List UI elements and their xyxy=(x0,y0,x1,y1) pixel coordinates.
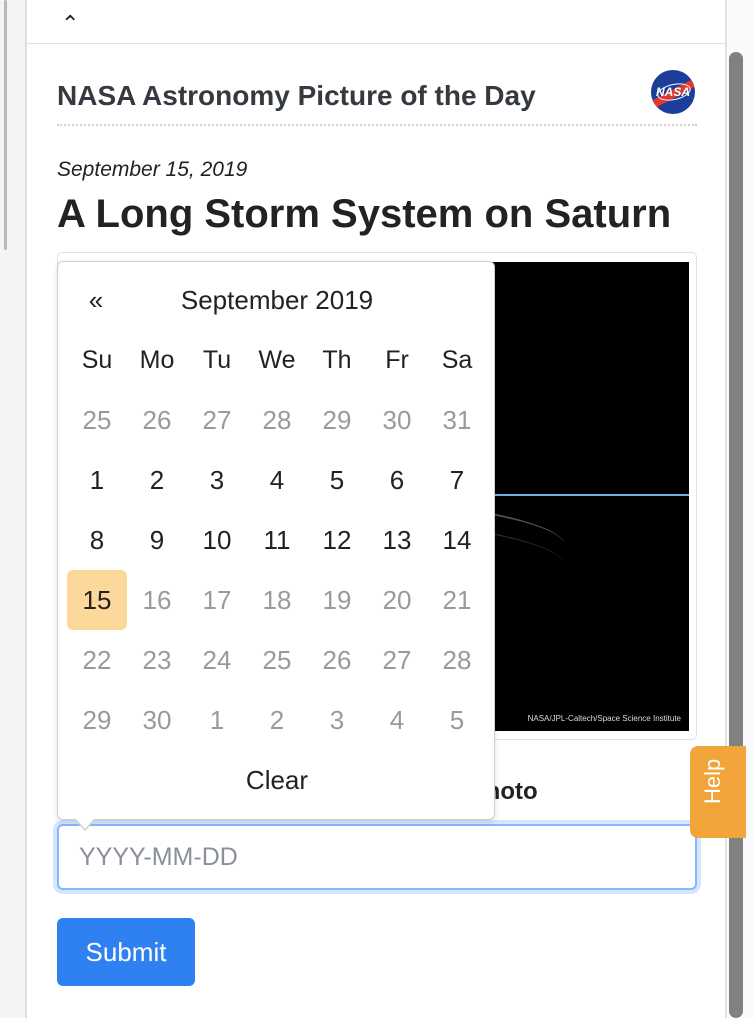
calendar-day[interactable]: 5 xyxy=(427,690,487,750)
calendar-day[interactable]: 4 xyxy=(247,450,307,510)
calendar-day[interactable]: 3 xyxy=(187,450,247,510)
calendar-day[interactable]: 16 xyxy=(127,570,187,630)
calendar-day[interactable]: 18 xyxy=(247,570,307,630)
calendar-day[interactable]: 31 xyxy=(427,390,487,450)
calendar-day[interactable]: 2 xyxy=(127,450,187,510)
nasa-logo-text: NASA xyxy=(655,85,690,99)
calendar-day[interactable]: 19 xyxy=(307,570,367,630)
calendar-day[interactable]: 12 xyxy=(307,510,367,570)
datepicker-popup: « September 2019 Su Mo Tu We Th Fr Sa 25 26 27 28 2… xyxy=(57,261,495,831)
calendar-day[interactable]: 30 xyxy=(367,390,427,450)
calendar-day[interactable]: 4 xyxy=(367,690,427,750)
calendar-day[interactable]: 14 xyxy=(427,510,487,570)
calendar-day[interactable]: 3 xyxy=(307,690,367,750)
collapse-bar[interactable]: ⌃ xyxy=(27,0,725,44)
clear-button[interactable]: Clear xyxy=(67,750,487,810)
datepicker-caret xyxy=(74,818,96,831)
calendar-day[interactable]: 2 xyxy=(247,690,307,750)
left-frame-edge xyxy=(4,0,7,250)
calendar-day[interactable]: 8 xyxy=(67,510,127,570)
weekday-header: Mo xyxy=(139,345,175,374)
calendar-day[interactable]: 29 xyxy=(307,390,367,450)
calendar-day[interactable]: 27 xyxy=(367,630,427,690)
month-title[interactable]: September 2019 xyxy=(126,274,428,326)
calendar-day[interactable]: 26 xyxy=(307,630,367,690)
calendar-day[interactable]: 27 xyxy=(187,390,247,450)
calendar-day[interactable]: 28 xyxy=(247,390,307,450)
weekday-header: Th xyxy=(322,345,352,374)
calendar-day[interactable]: 21 xyxy=(427,570,487,630)
panel-title: NASA Astronomy Picture of the Day xyxy=(57,80,536,111)
calendar-day[interactable]: 23 xyxy=(127,630,187,690)
calendar-day[interactable]: 1 xyxy=(67,450,127,510)
calendar-day[interactable]: 7 xyxy=(427,450,487,510)
calendar-day[interactable]: 25 xyxy=(67,390,127,450)
calendar-grid: Su Mo Tu We Th Fr Sa 25 26 27 28 29 30 31 1 2 3 4 5 6 7 8 9 10 1… xyxy=(67,330,487,750)
date-input[interactable] xyxy=(57,824,697,890)
calendar-day[interactable]: 17 xyxy=(187,570,247,630)
calendar-day[interactable]: 9 xyxy=(127,510,187,570)
calendar-day[interactable]: 11 xyxy=(247,510,307,570)
weekday-header: We xyxy=(258,345,296,374)
scrollbar-thumb[interactable] xyxy=(729,52,743,1018)
calendar-day[interactable]: 20 xyxy=(367,570,427,630)
apod-headline: A Long Storm System on Saturn xyxy=(57,192,672,236)
submit-button[interactable]: Submit xyxy=(57,918,195,986)
calendar-day[interactable]: 28 xyxy=(427,630,487,690)
calendar-day[interactable]: 5 xyxy=(307,450,367,510)
calendar-day[interactable]: 13 xyxy=(367,510,427,570)
chevron-up-icon[interactable]: ⌃ xyxy=(61,12,79,37)
prev-month-button[interactable]: « xyxy=(66,274,126,326)
left-frame-strip xyxy=(0,0,26,1018)
help-tab[interactable]: Help xyxy=(690,746,746,838)
calendar-day[interactable]: 6 xyxy=(367,450,427,510)
help-label: Help xyxy=(700,758,725,804)
weekday-header: Fr xyxy=(385,345,409,374)
image-credit: NASA/JPL-Caltech/Space Science Institute xyxy=(527,714,681,723)
apod-date: September 15, 2019 xyxy=(57,158,248,181)
weekday-header: Su xyxy=(81,345,113,374)
calendar-day[interactable]: 25 xyxy=(247,630,307,690)
calendar-day[interactable]: 22 xyxy=(67,630,127,690)
calendar-day[interactable]: 26 xyxy=(127,390,187,450)
calendar-day[interactable]: 24 xyxy=(187,630,247,690)
calendar-day[interactable]: 1 xyxy=(187,690,247,750)
calendar-day-selected[interactable]: 15 xyxy=(67,570,127,630)
weekday-header: Sa xyxy=(441,345,473,374)
weekday-header: Tu xyxy=(202,345,232,374)
calendar-day[interactable]: 30 xyxy=(127,690,187,750)
panel-header: NASA Astronomy Picture of the Day NASA xyxy=(57,64,697,126)
nasa-logo: NASA xyxy=(651,70,695,114)
calendar-day[interactable]: 29 xyxy=(67,690,127,750)
calendar-day[interactable]: 10 xyxy=(187,510,247,570)
